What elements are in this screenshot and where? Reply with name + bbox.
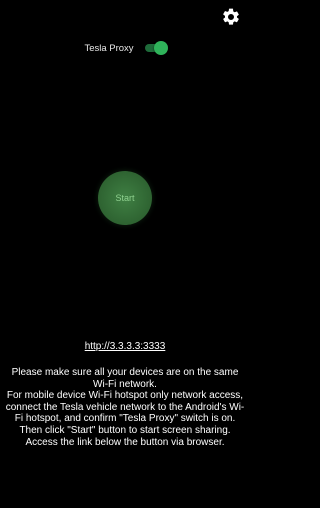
instructions-line-1: Please make sure all your devices are on… <box>11 367 239 390</box>
tesla-proxy-row: Tesla Proxy <box>0 38 250 58</box>
instructions-line-3: Then click "Start" button to start scree… <box>19 424 231 448</box>
instructions-line-2: For mobile device Wi-Fi hotspot only net… <box>5 390 245 425</box>
start-button-label: Start <box>115 193 135 203</box>
switch-thumb <box>153 41 168 55</box>
access-link[interactable]: http://3.3.3.3:3333 <box>0 341 250 352</box>
start-button[interactable]: Start <box>98 171 152 225</box>
settings-button[interactable] <box>220 6 242 28</box>
tesla-proxy-label: Tesla Proxy <box>84 42 134 54</box>
instructions-text: Please make sure all your devices are on… <box>4 367 246 448</box>
gear-icon <box>223 8 239 25</box>
tesla-proxy-switch[interactable] <box>144 41 168 55</box>
